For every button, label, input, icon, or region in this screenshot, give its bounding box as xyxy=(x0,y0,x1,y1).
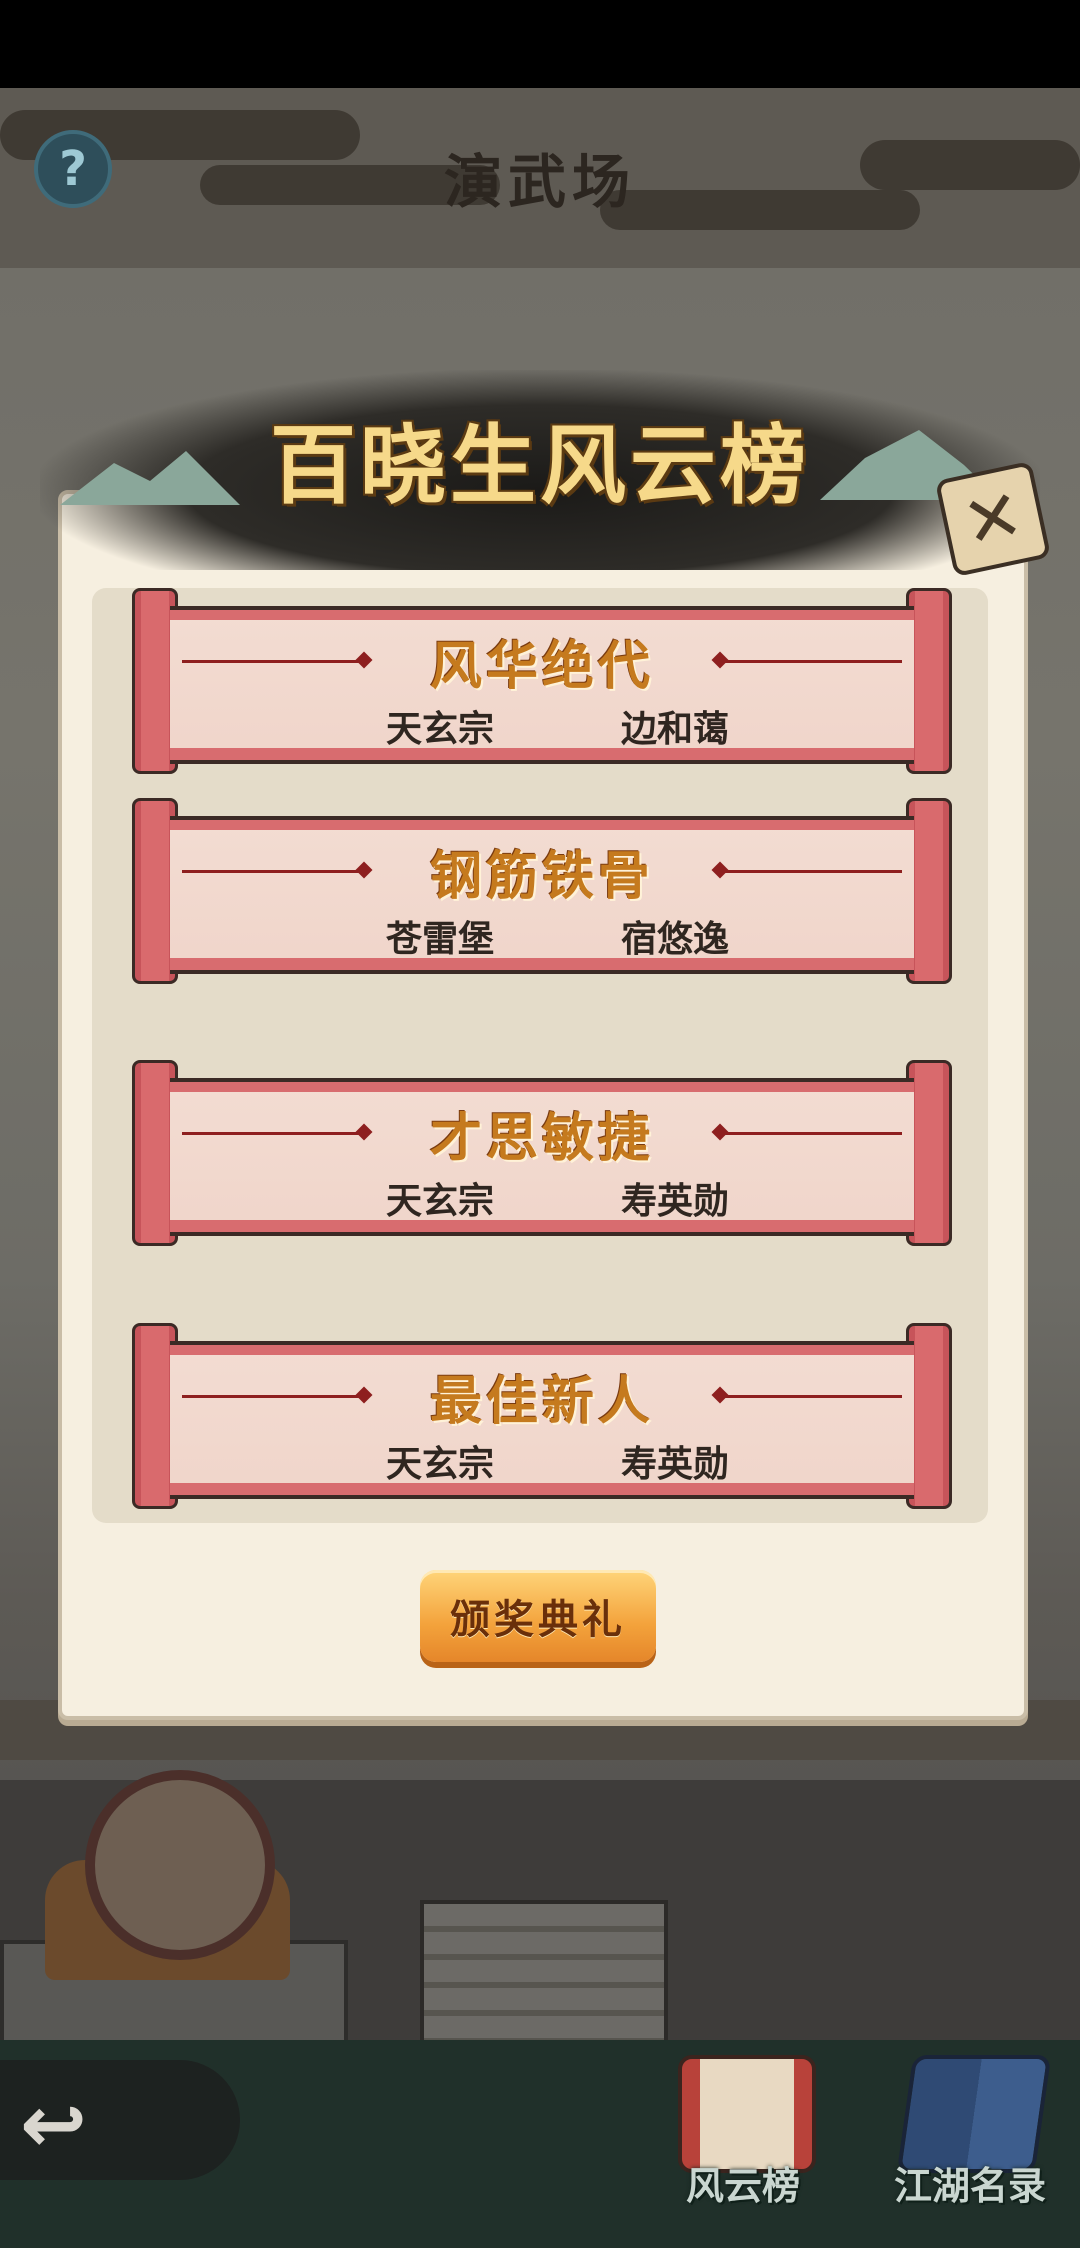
award-title: 才思敏捷 xyxy=(429,1108,654,1169)
scroll-sheet: 风华绝代 天玄宗 边和蔼 xyxy=(170,606,914,764)
game-screen: ? 演武场 ↩ 风云榜 江湖名录 百晓生风云榜 ✕ 风华绝代 天玄宗 边和蔼 钢… xyxy=(0,0,1080,2248)
scroll-sheet: 钢筋铁骨 苍雷堡 宿悠逸 xyxy=(170,816,914,974)
award-winner: 寿英勋 xyxy=(620,1444,729,1485)
award-title: 最佳新人 xyxy=(429,1371,654,1432)
award-sect: 天玄宗 xyxy=(385,1181,494,1222)
award-sect: 苍雷堡 xyxy=(385,919,494,960)
award-sect: 天玄宗 xyxy=(385,709,494,750)
award-winner: 边和蔼 xyxy=(620,709,729,750)
award-item: 最佳新人 天玄宗 寿英勋 xyxy=(132,1323,952,1509)
status-bar xyxy=(0,0,1080,88)
award-item: 钢筋铁骨 苍雷堡 宿悠逸 xyxy=(132,798,952,984)
award-list[interactable]: 风华绝代 天玄宗 边和蔼 钢筋铁骨 苍雷堡 宿悠逸 才思敏捷 天玄宗 寿英勋 最… xyxy=(92,588,988,1523)
close-button[interactable]: ✕ xyxy=(934,460,1052,578)
award-item: 风华绝代 天玄宗 边和蔼 xyxy=(132,588,952,774)
award-item: 才思敏捷 天玄宗 寿英勋 xyxy=(132,1060,952,1246)
award-winner: 寿英勋 xyxy=(620,1181,729,1222)
award-title: 风华绝代 xyxy=(429,636,654,697)
award-winner: 宿悠逸 xyxy=(620,919,729,960)
ceremony-button[interactable]: 颁奖典礼 xyxy=(420,1570,656,1662)
award-title: 钢筋铁骨 xyxy=(429,846,654,907)
award-sect: 天玄宗 xyxy=(385,1444,494,1485)
panel-title: 百晓生风云榜 xyxy=(270,415,810,516)
scroll-sheet: 才思敏捷 天玄宗 寿英勋 xyxy=(170,1078,914,1236)
scroll-sheet: 最佳新人 天玄宗 寿英勋 xyxy=(170,1341,914,1499)
